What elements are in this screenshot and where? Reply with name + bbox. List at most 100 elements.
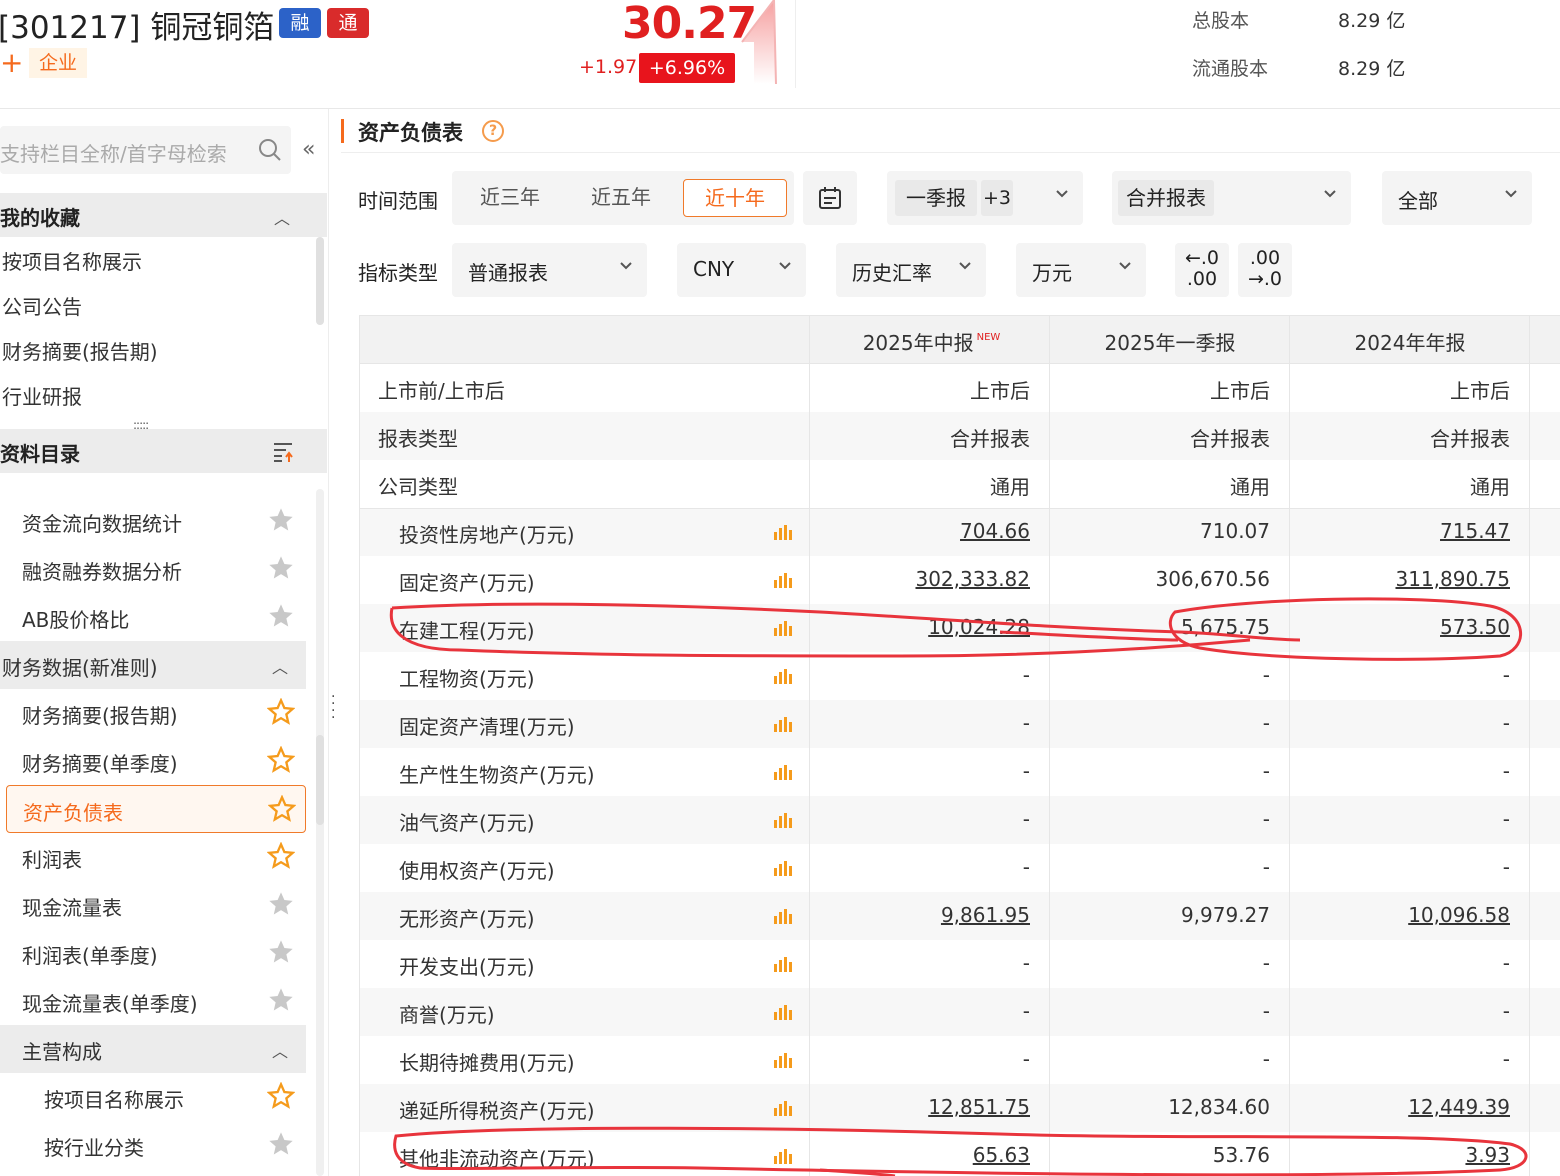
favorite-item[interactable]: 财务摘要(报告期) bbox=[2, 336, 158, 365]
drag-handle-icon[interactable]: · · · · bbox=[331, 690, 335, 725]
indicator-type-select[interactable]: 普通报表 bbox=[452, 243, 647, 297]
catalog-group[interactable]: 财务数据(新准则) ︿ bbox=[0, 641, 306, 689]
table-cell[interactable]: 12,851.75 bbox=[928, 1095, 1030, 1119]
unit-select[interactable]: 万元 bbox=[1016, 243, 1146, 297]
table-cell[interactable]: 12,449.39 bbox=[1408, 1095, 1510, 1119]
table-cell[interactable]: 302,333.82 bbox=[915, 567, 1030, 591]
catalog-item[interactable]: 资金流向数据统计 bbox=[6, 497, 306, 545]
range-3y-button[interactable]: 近三年 bbox=[458, 179, 562, 217]
bar-chart-icon[interactable] bbox=[772, 954, 792, 974]
collapse-sidebar-icon[interactable]: « bbox=[302, 137, 315, 162]
bar-chart-icon[interactable] bbox=[772, 906, 792, 926]
bar-chart-icon[interactable] bbox=[772, 762, 792, 782]
search-box[interactable]: 支持栏目全称/首字母检索 bbox=[0, 126, 291, 174]
search-icon[interactable] bbox=[258, 138, 282, 162]
bar-chart-icon[interactable] bbox=[772, 1098, 792, 1118]
bar-chart-icon[interactable] bbox=[772, 666, 792, 686]
favorite-item[interactable]: 行业研报 bbox=[2, 381, 82, 410]
catalog-item[interactable]: 财务摘要(报告期) bbox=[6, 689, 306, 737]
bar-chart-icon[interactable] bbox=[772, 858, 792, 878]
scope-select[interactable]: 全部 bbox=[1382, 171, 1532, 225]
star-icon[interactable] bbox=[267, 1082, 295, 1110]
chevron-up-icon[interactable]: ︿ bbox=[272, 654, 288, 678]
catalog-item[interactable]: 现金流量表 bbox=[6, 881, 306, 929]
table-cell: - bbox=[1022, 663, 1030, 687]
decrease-decimal-button[interactable]: ←.0 .00 bbox=[1175, 243, 1229, 297]
report-period-chip[interactable]: 一季报 bbox=[895, 180, 977, 216]
star-icon[interactable] bbox=[267, 746, 295, 774]
favorites-header[interactable]: 我的收藏 ︿ bbox=[0, 193, 327, 237]
star-icon[interactable] bbox=[267, 506, 295, 534]
range-5y-button[interactable]: 近五年 bbox=[569, 179, 673, 217]
table-cell[interactable]: 311,890.75 bbox=[1395, 567, 1510, 591]
report-period-more[interactable]: +3 bbox=[981, 180, 1013, 216]
catalog-item[interactable]: 融资融券数据分析 bbox=[6, 545, 306, 593]
report-period-select[interactable]: 一季报 +3 bbox=[887, 171, 1083, 225]
catalog-item[interactable]: 按行业分类 bbox=[6, 1121, 306, 1169]
catalog-item[interactable]: AB股价格比 bbox=[6, 593, 306, 641]
add-icon[interactable]: + bbox=[0, 48, 23, 78]
bar-chart-icon[interactable] bbox=[772, 1002, 792, 1022]
table-cell[interactable]: 715.47 bbox=[1440, 519, 1510, 543]
star-icon[interactable] bbox=[267, 890, 295, 918]
catalog-item[interactable]: 按项目名称展示 bbox=[6, 1073, 306, 1121]
bar-chart-icon[interactable] bbox=[772, 714, 792, 734]
catalog-item[interactable]: 利润表 bbox=[6, 833, 306, 881]
favorite-item[interactable]: 公司公告 bbox=[2, 291, 82, 320]
favorites-scrollbar[interactable] bbox=[316, 237, 324, 325]
catalog-header[interactable]: 资料目录 bbox=[0, 429, 327, 473]
table-cell[interactable]: 9,861.95 bbox=[941, 903, 1030, 927]
star-icon[interactable] bbox=[267, 554, 295, 582]
chevron-up-icon[interactable]: ︿ bbox=[272, 1038, 288, 1062]
catalog-item[interactable]: 财务摘要(单季度) bbox=[6, 737, 306, 785]
table-cell[interactable]: 3.93 bbox=[1465, 1143, 1510, 1167]
calendar-button[interactable] bbox=[803, 171, 857, 225]
bar-chart-icon[interactable] bbox=[772, 810, 792, 830]
range-10y-button[interactable]: 近十年 bbox=[683, 179, 787, 217]
chevron-up-icon[interactable]: ︿ bbox=[274, 205, 290, 229]
margin-tag: 融 bbox=[279, 8, 321, 38]
help-icon[interactable]: ? bbox=[482, 120, 504, 142]
row-label: 固定资产清理(万元) bbox=[399, 715, 575, 739]
table-row: 长期待摊费用(万元) - - - bbox=[360, 1036, 1560, 1084]
search-input[interactable]: 支持栏目全称/首字母检索 bbox=[0, 138, 227, 167]
star-icon[interactable] bbox=[267, 986, 295, 1014]
currency-select[interactable]: CNY bbox=[677, 243, 806, 297]
bar-chart-icon[interactable] bbox=[772, 570, 792, 590]
increase-decimal-button[interactable]: .00 →.0 bbox=[1238, 243, 1292, 297]
catalog-scrollbar[interactable] bbox=[316, 735, 324, 825]
star-icon[interactable] bbox=[267, 602, 295, 630]
sort-icon[interactable] bbox=[272, 441, 294, 463]
table-cell[interactable]: 573.50 bbox=[1440, 615, 1510, 639]
table-cell: 上市后 bbox=[970, 379, 1030, 403]
bar-chart-icon[interactable] bbox=[772, 1050, 792, 1070]
bar-chart-icon[interactable] bbox=[772, 522, 792, 542]
column-header[interactable]: 2024年年报 bbox=[1290, 327, 1530, 356]
table-cell[interactable]: 10,024.28 bbox=[928, 615, 1030, 639]
star-icon[interactable] bbox=[267, 698, 295, 726]
catalog-group[interactable]: 主营构成 ︿ bbox=[0, 1025, 306, 1073]
star-icon[interactable] bbox=[268, 795, 296, 823]
catalog-item-label: 现金流量表(单季度) bbox=[22, 992, 198, 1016]
table-cell[interactable]: 10,096.58 bbox=[1408, 903, 1510, 927]
panel-splitter[interactable]: · · · · bbox=[328, 109, 340, 1176]
catalog-item[interactable]: 资产负债表 bbox=[6, 785, 306, 833]
column-header[interactable]: 2025年一季报 bbox=[1050, 327, 1290, 356]
statement-type-select[interactable]: 合并报表 bbox=[1112, 171, 1351, 225]
catalog-scrollbar-track[interactable] bbox=[316, 489, 324, 1176]
star-icon[interactable] bbox=[267, 1130, 295, 1158]
table-cell[interactable]: 65.63 bbox=[973, 1143, 1030, 1167]
statement-type-chip[interactable]: 合并报表 bbox=[1118, 180, 1214, 216]
table-cell: 9,979.27 bbox=[1180, 903, 1270, 927]
star-icon[interactable] bbox=[267, 842, 295, 870]
enterprise-tag[interactable]: 企业 bbox=[29, 48, 88, 78]
column-header[interactable]: 2025年中报 NEW bbox=[810, 327, 1050, 356]
bar-chart-icon[interactable] bbox=[772, 618, 792, 638]
bar-chart-icon[interactable] bbox=[772, 1146, 792, 1166]
table-cell[interactable]: 704.66 bbox=[960, 519, 1030, 543]
catalog-item[interactable]: 现金流量表(单季度) bbox=[6, 977, 306, 1025]
favorite-item[interactable]: 按项目名称展示 bbox=[2, 246, 142, 275]
exchange-rate-select[interactable]: 历史汇率 bbox=[836, 243, 986, 297]
catalog-item[interactable]: 利润表(单季度) bbox=[6, 929, 306, 977]
star-icon[interactable] bbox=[267, 938, 295, 966]
